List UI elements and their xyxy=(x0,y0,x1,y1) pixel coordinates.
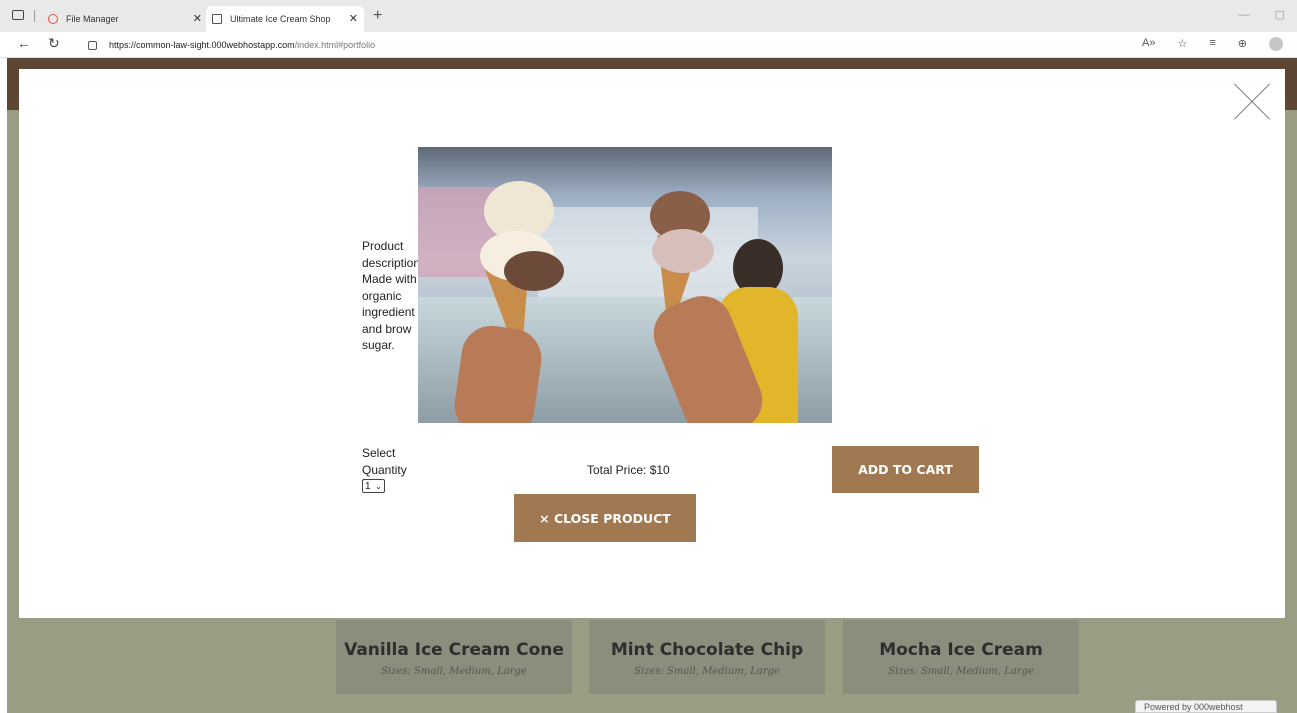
product-card[interactable]: Mocha Ice Cream Sizes: Small, Medium, La… xyxy=(843,620,1079,694)
collections-icon[interactable]: ⊕ xyxy=(1238,37,1247,51)
product-title: Mocha Ice Cream xyxy=(879,640,1043,660)
product-title: Vanilla Ice Cream Cone xyxy=(344,640,564,660)
product-modal: Product description: Made with organic i… xyxy=(19,69,1285,618)
close-modal-x-icon[interactable] xyxy=(1234,84,1270,120)
close-product-button[interactable]: × CLOSE PRODUCT xyxy=(514,494,696,542)
favorites-list-icon[interactable]: ≡ xyxy=(1209,37,1215,51)
webhost-logo-icon xyxy=(48,14,58,24)
quantity-label: Select Quantity xyxy=(362,446,407,477)
window-controls: — ▢ xyxy=(1217,8,1285,21)
tab-label: File Manager xyxy=(66,14,119,24)
tab-label: Ultimate Ice Cream Shop xyxy=(230,14,331,24)
chevron-down-icon: ⌄ xyxy=(375,481,382,491)
quantity-value: 1 xyxy=(365,480,371,492)
total-price: Total Price: $10 xyxy=(587,463,670,477)
back-arrow-icon[interactable]: ← xyxy=(17,35,31,51)
sidebar-toggle-icon[interactable] xyxy=(12,10,24,20)
close-tab-icon[interactable]: ✕ xyxy=(193,12,202,25)
product-card[interactable]: Mint Chocolate Chip Sizes: Small, Medium… xyxy=(589,620,825,694)
product-title: Mint Chocolate Chip xyxy=(610,640,804,660)
url-field[interactable]: https://common-law-sight.000webhostapp.c… xyxy=(80,36,1120,54)
product-sizes: Sizes: Small, Medium, Large xyxy=(381,666,527,677)
add-to-cart-button[interactable]: ADD TO CART xyxy=(832,446,979,493)
tab-ice-cream-shop[interactable]: Ultimate Ice Cream Shop ✕ xyxy=(206,6,364,32)
tab-separator xyxy=(34,10,35,22)
refresh-icon[interactable]: ↻ xyxy=(48,35,60,52)
product-description: Product description: Made with organic i… xyxy=(362,239,424,352)
read-aloud-icon[interactable]: A» xyxy=(1142,37,1155,51)
browser-tab-bar: File Manager ✕ Ultimate Ice Cream Shop ✕… xyxy=(0,0,1297,32)
url-domain: https://common-law-sight.000webhostapp.c… xyxy=(109,40,295,50)
browser-toolbar-icons: A» ☆ ≡ ⊕ xyxy=(1142,37,1283,51)
powered-by-badge[interactable]: Powered by 000webhost xyxy=(1135,700,1277,713)
product-sizes: Sizes: Small, Medium, Large xyxy=(634,666,780,677)
minimize-button[interactable]: — xyxy=(1239,9,1250,21)
address-bar: ← ↻ https://common-law-sight.000webhosta… xyxy=(0,32,1297,58)
product-photo xyxy=(418,147,832,423)
product-sizes: Sizes: Small, Medium, Large xyxy=(888,666,1034,677)
maximize-button[interactable]: ▢ xyxy=(1275,9,1285,21)
profile-avatar-icon[interactable] xyxy=(1269,37,1283,51)
tab-file-manager[interactable]: File Manager ✕ xyxy=(44,6,208,32)
quantity-select[interactable]: 1 ⌄ xyxy=(362,479,385,493)
product-card[interactable]: Vanilla Ice Cream Cone Sizes: Small, Med… xyxy=(336,620,572,694)
page-icon xyxy=(212,14,222,24)
close-tab-icon[interactable]: ✕ xyxy=(349,12,358,25)
url-path: /index.html#portfolio xyxy=(294,40,376,50)
new-tab-button[interactable]: + xyxy=(373,7,382,25)
favorite-star-icon[interactable]: ☆ xyxy=(1177,37,1187,51)
lock-icon xyxy=(88,40,97,50)
